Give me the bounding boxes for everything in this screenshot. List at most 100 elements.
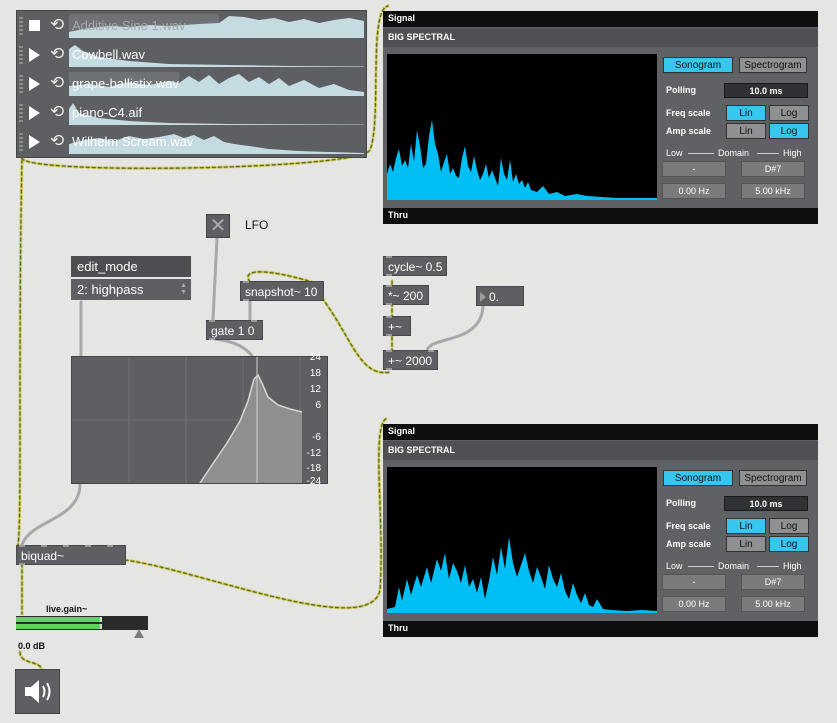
speaker-icon — [25, 680, 51, 703]
playlist-row[interactable]: ⟲ Cowbell.wav — [17, 41, 366, 69]
multiply-object[interactable]: *~ 200 — [383, 285, 429, 305]
spectral-title: BIG SPECTRAL — [388, 445, 456, 455]
drag-handle-icon[interactable] — [19, 17, 23, 35]
play-icon[interactable] — [29, 135, 40, 149]
signal-label: Signal — [388, 13, 416, 23]
db-tick-label: -18 — [306, 463, 321, 474]
polling-label: Polling — [666, 85, 696, 95]
db-tick-label: 6 — [315, 400, 321, 411]
gate-object[interactable]: gate 1 0 — [206, 320, 263, 340]
plus2000-object[interactable]: +~ 2000 — [383, 350, 438, 370]
drag-handle-icon[interactable] — [19, 75, 23, 93]
polling-label: Polling — [666, 498, 696, 508]
amp-log-button[interactable]: Log — [769, 123, 809, 139]
biquad-object[interactable]: biquad~ — [16, 545, 126, 565]
edit-mode-select[interactable]: 2: highpass ▲ ▼ — [71, 279, 191, 300]
high-freq-box[interactable]: 5.00 kHz — [741, 596, 805, 612]
domain-label: Domain — [718, 561, 750, 571]
thru-label: Thru — [388, 623, 408, 633]
spectral-analyzer-bottom[interactable]: Signal BIG SPECTRAL Sonogram Spectrogram… — [383, 424, 818, 637]
playlist-item-name: Wilhelm Scream.wav — [72, 134, 194, 149]
playlist-row[interactable]: ⟲ Wilhelm Scream.wav — [17, 128, 366, 156]
freq-log-button[interactable]: Log — [769, 105, 809, 121]
lfo-comment: LFO — [245, 218, 269, 232]
low-label: Low — [666, 561, 683, 571]
low-note-box[interactable]: - — [662, 161, 726, 177]
stop-icon[interactable] — [29, 20, 40, 31]
snapshot-object[interactable]: snapshot~ 10 — [240, 281, 324, 301]
drag-handle-icon[interactable] — [19, 104, 23, 122]
live-gain-label: live.gain~ — [46, 604, 88, 614]
filter-curve[interactable] — [72, 357, 327, 483]
spectrum-display[interactable] — [387, 467, 657, 613]
freq-lin-button[interactable]: Lin — [726, 105, 766, 121]
amp-lin-button[interactable]: Lin — [726, 123, 766, 139]
spectrogram-button[interactable]: Spectrogram — [739, 57, 807, 73]
triangle-icon — [480, 292, 486, 302]
play-icon[interactable] — [29, 106, 40, 120]
playlist-row[interactable]: ⟲ piano-C4.aif — [17, 99, 366, 127]
plus-object[interactable]: +~ — [383, 316, 411, 336]
playlist-item-name: Additive Sine 1.wav — [72, 18, 186, 33]
loop-icon[interactable]: ⟲ — [50, 74, 64, 92]
amp-log-button[interactable]: Log — [769, 536, 809, 552]
spectral-analyzer-top[interactable]: Signal BIG SPECTRAL Sonogram Spectrogram… — [383, 11, 818, 224]
spectrum-fill — [387, 120, 657, 200]
playlist-row[interactable]: ⟲ grape-ballistix.wav — [17, 70, 366, 98]
spectrum-display[interactable] — [387, 54, 657, 200]
polling-field[interactable]: 10.0 ms — [724, 496, 808, 511]
high-freq-box[interactable]: 5.00 kHz — [741, 183, 805, 199]
filter-graph[interactable]: 24 18 12 6 -6 -12 -18 -24 — [71, 352, 328, 487]
sonogram-button[interactable]: Sonogram — [663, 470, 733, 486]
low-freq-box[interactable]: 0.00 Hz — [662, 596, 726, 612]
db-tick-label: 24 — [309, 352, 321, 363]
freq-log-button[interactable]: Log — [769, 518, 809, 534]
drag-handle-icon[interactable] — [19, 133, 23, 151]
freq-scale-label: Freq scale — [666, 108, 711, 118]
playlist[interactable]: ⟲ Additive Sine 1.wav ⟲ Cowbell.wav ⟲ gr… — [16, 10, 367, 158]
edit-mode-value: 2: highpass — [77, 282, 144, 297]
low-freq-box[interactable]: 0.00 Hz — [662, 183, 726, 199]
loop-icon[interactable]: ⟲ — [50, 45, 64, 63]
drag-handle-icon[interactable] — [19, 46, 23, 64]
amp-scale-label: Amp scale — [666, 539, 712, 549]
amp-scale-label: Amp scale — [666, 126, 712, 136]
polling-field[interactable]: 10.0 ms — [724, 83, 808, 98]
high-label: High — [783, 148, 802, 158]
db-tick-label: -12 — [306, 448, 321, 459]
x-icon: ✕ — [209, 215, 227, 237]
high-note-box[interactable]: D#7 — [741, 574, 805, 590]
spectrogram-button[interactable]: Spectrogram — [739, 470, 807, 486]
edit-mode-menu[interactable]: edit_mode 2: highpass ▲ ▼ — [71, 256, 191, 302]
play-icon[interactable] — [29, 48, 40, 62]
playlist-item-name: Cowbell.wav — [72, 47, 145, 62]
ezdac-button[interactable] — [15, 669, 60, 714]
gain-value: 0.0 dB — [18, 641, 46, 651]
low-note-box[interactable]: - — [662, 574, 726, 590]
playlist-item-name: grape-ballistix.wav — [72, 76, 179, 91]
db-tick-label: 12 — [309, 384, 321, 395]
gain-slider-handle[interactable] — [134, 629, 144, 638]
amp-lin-button[interactable]: Lin — [726, 536, 766, 552]
gain-meter[interactable] — [16, 616, 148, 630]
loop-icon[interactable]: ⟲ — [50, 103, 64, 121]
cycle-object[interactable]: cycle~ 0.5 — [383, 256, 447, 276]
freq-scale-label: Freq scale — [666, 521, 711, 531]
toggle[interactable]: ✕ — [206, 214, 230, 238]
domain-label: Domain — [718, 148, 750, 158]
low-label: Low — [666, 148, 683, 158]
loop-icon[interactable]: ⟲ — [50, 132, 64, 150]
loop-icon[interactable]: ⟲ — [50, 16, 64, 34]
spectrum-fill — [387, 537, 657, 613]
thru-label: Thru — [388, 210, 408, 220]
high-note-box[interactable]: D#7 — [741, 161, 805, 177]
play-icon[interactable] — [29, 77, 40, 91]
freq-lin-button[interactable]: Lin — [726, 518, 766, 534]
spectral-title: BIG SPECTRAL — [388, 32, 456, 42]
edit-mode-attr[interactable]: edit_mode — [71, 256, 191, 277]
playlist-item-name: piano-C4.aif — [72, 105, 143, 120]
db-tick-label: -24 — [306, 476, 321, 487]
playlist-row[interactable]: ⟲ Additive Sine 1.wav — [17, 12, 366, 40]
sonogram-button[interactable]: Sonogram — [663, 57, 733, 73]
number-box[interactable]: 0. — [476, 286, 524, 306]
